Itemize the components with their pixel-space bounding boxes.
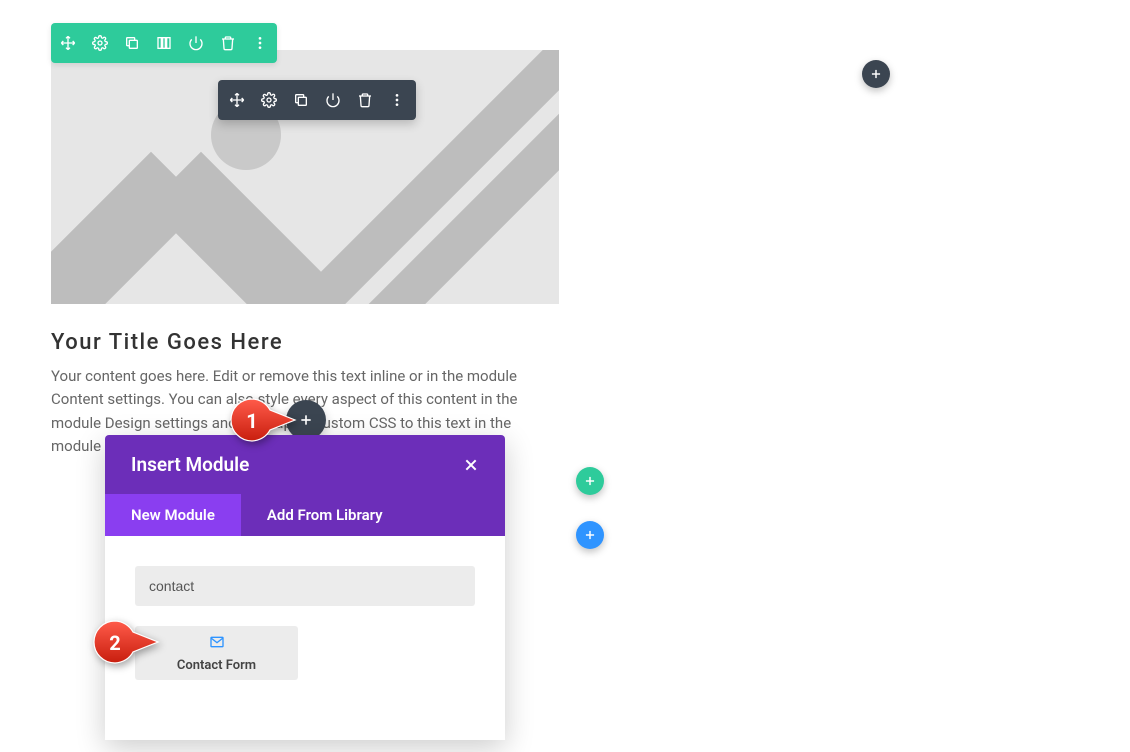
modal-body: Contact Form: [105, 536, 505, 740]
tab-add-from-library[interactable]: Add From Library: [241, 494, 409, 536]
insert-module-modal: Insert Module New Module Add From Librar…: [105, 435, 505, 740]
add-button-gray[interactable]: [862, 60, 890, 88]
delete-icon[interactable]: [219, 34, 237, 52]
move-icon[interactable]: [59, 34, 77, 52]
settings-icon[interactable]: [260, 91, 278, 109]
close-icon[interactable]: [463, 457, 479, 473]
module-item-label: Contact Form: [177, 658, 256, 673]
tab-new-module[interactable]: New Module: [105, 494, 241, 536]
settings-icon[interactable]: [91, 34, 109, 52]
modal-title: Insert Module: [131, 453, 249, 476]
add-row-button[interactable]: [576, 467, 604, 495]
modal-tabs: New Module Add From Library: [105, 494, 505, 536]
svg-text:1: 1: [246, 409, 257, 433]
module-search-input[interactable]: [135, 566, 475, 606]
duplicate-icon[interactable]: [123, 34, 141, 52]
move-icon[interactable]: [228, 91, 246, 109]
section-toolbar: [51, 23, 277, 63]
add-section-button[interactable]: [576, 521, 604, 549]
more-icon[interactable]: [251, 34, 269, 52]
svg-text:2: 2: [109, 631, 120, 655]
power-icon[interactable]: [324, 91, 342, 109]
module-toolbar: [218, 80, 416, 120]
modal-header: Insert Module: [105, 435, 505, 494]
callout-marker-2: 2: [92, 619, 162, 665]
envelope-icon: [208, 634, 226, 654]
callout-marker-1: 1: [229, 397, 299, 443]
delete-icon[interactable]: [356, 91, 374, 109]
power-icon[interactable]: [187, 34, 205, 52]
columns-icon[interactable]: [155, 34, 173, 52]
content-title[interactable]: Your Title Goes Here: [51, 330, 283, 355]
duplicate-icon[interactable]: [292, 91, 310, 109]
more-icon[interactable]: [388, 91, 406, 109]
